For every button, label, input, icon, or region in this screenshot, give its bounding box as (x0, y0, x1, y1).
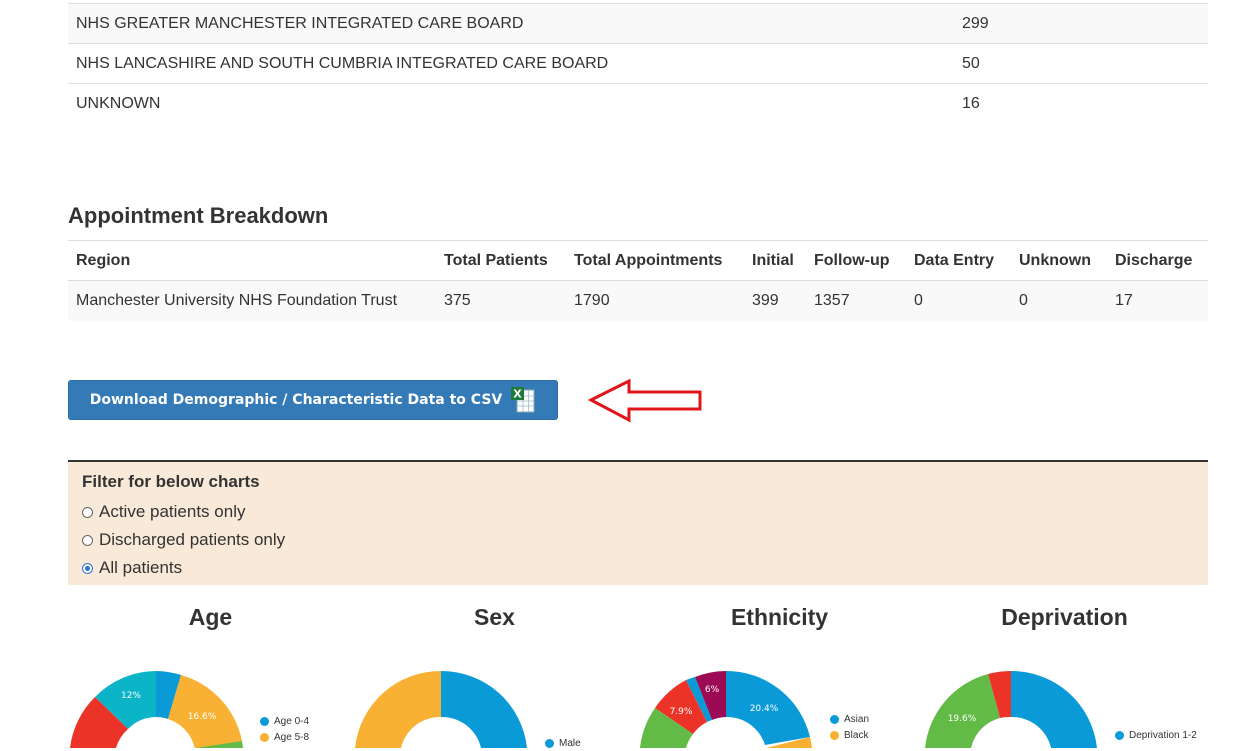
deprivation-slice-label: 19.6% (948, 714, 977, 724)
age-slice-label: 16.6% (188, 712, 217, 722)
sex-legend: Male (545, 735, 581, 751)
legend-item[interactable]: Deprivation 1-2 (1115, 727, 1197, 743)
legend-item[interactable]: Male (545, 735, 581, 751)
age-slice-label: 12% (121, 691, 141, 701)
legend-item[interactable]: Age 0-4 (260, 713, 309, 729)
legend-item[interactable]: Asian (830, 711, 869, 727)
deprivation-legend: Deprivation 1-2 (1115, 727, 1197, 743)
sex-donut (355, 670, 527, 748)
ethnicity-legend: Asian Black (830, 711, 869, 743)
ethnicity-donut: 20.4% 7.9% 6% (640, 670, 812, 748)
legend-item[interactable]: Age 5-8 (260, 729, 309, 745)
ethnicity-slice-label: 6% (705, 685, 720, 695)
age-donut: 16.6% 12% (70, 671, 243, 748)
ethnicity-slice-label: 7.9% (670, 707, 693, 717)
donut-charts: 16.6% 12% 20.4% 7.9% 6% 19.6% (70, 670, 1097, 748)
deprivation-donut: 19.6% (925, 670, 1097, 748)
age-legend: Age 0-4 Age 5-8 (260, 713, 309, 745)
ethnicity-slice-label: 20.4% (750, 704, 779, 714)
legend-item[interactable]: Black (830, 727, 869, 743)
